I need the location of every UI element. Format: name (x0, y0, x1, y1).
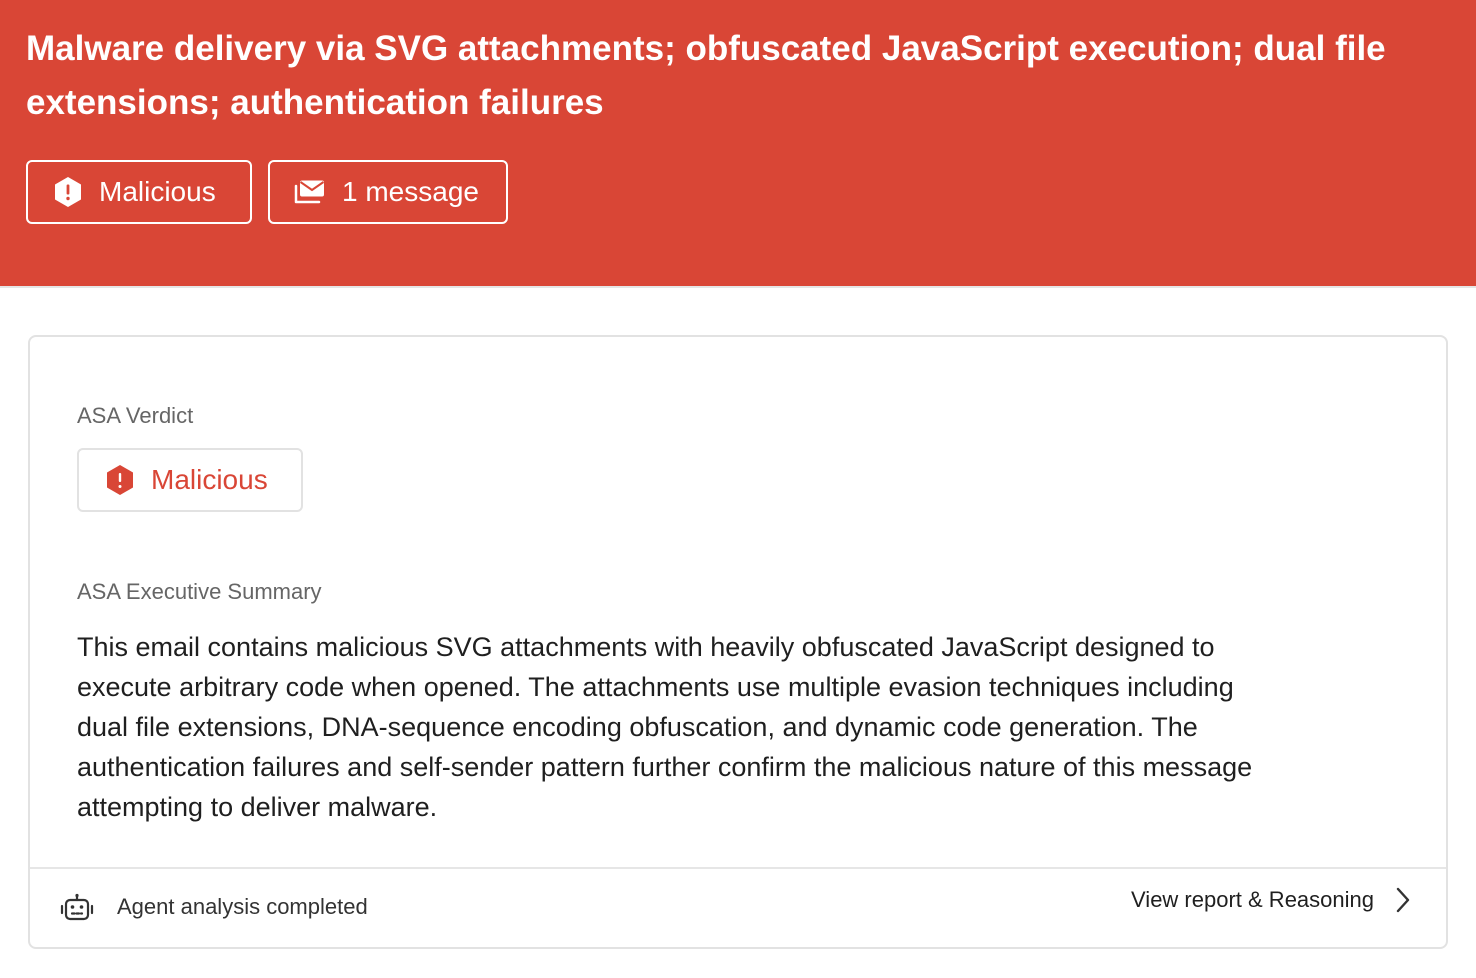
verdict-chip-label: Malicious (99, 176, 216, 207)
robot-icon (60, 893, 94, 928)
executive-summary-text: This email contains malicious SVG attach… (77, 632, 1253, 822)
chevron-right-icon (1396, 887, 1410, 913)
summary-section-label: ASA Executive Summary (77, 579, 322, 604)
threat-header: Malware delivery via SVG attachments; ob… (0, 0, 1476, 288)
messages-chip[interactable]: 1 message (268, 160, 508, 224)
view-report-label: View report & Reasoning (1131, 887, 1374, 912)
alert-hexagon-icon (105, 464, 135, 496)
view-report-link[interactable]: View report & Reasoning (1131, 887, 1410, 913)
card-footer: Agent analysis completed View report & R… (30, 867, 1446, 947)
analysis-card: ASA Verdict Malicious ASA Executive Summ… (28, 335, 1448, 949)
agent-status-text: Agent analysis completed (117, 894, 368, 919)
alert-hexagon-icon (53, 176, 83, 208)
threat-title: Malware delivery via SVG attachments; ob… (26, 29, 1386, 122)
verdict-chip[interactable]: Malicious (26, 160, 252, 224)
envelope-stack-icon (294, 179, 326, 205)
verdict-badge: Malicious (77, 448, 303, 512)
messages-chip-label: 1 message (342, 176, 479, 207)
verdict-section-label: ASA Verdict (77, 403, 194, 428)
verdict-badge-label: Malicious (151, 464, 268, 495)
